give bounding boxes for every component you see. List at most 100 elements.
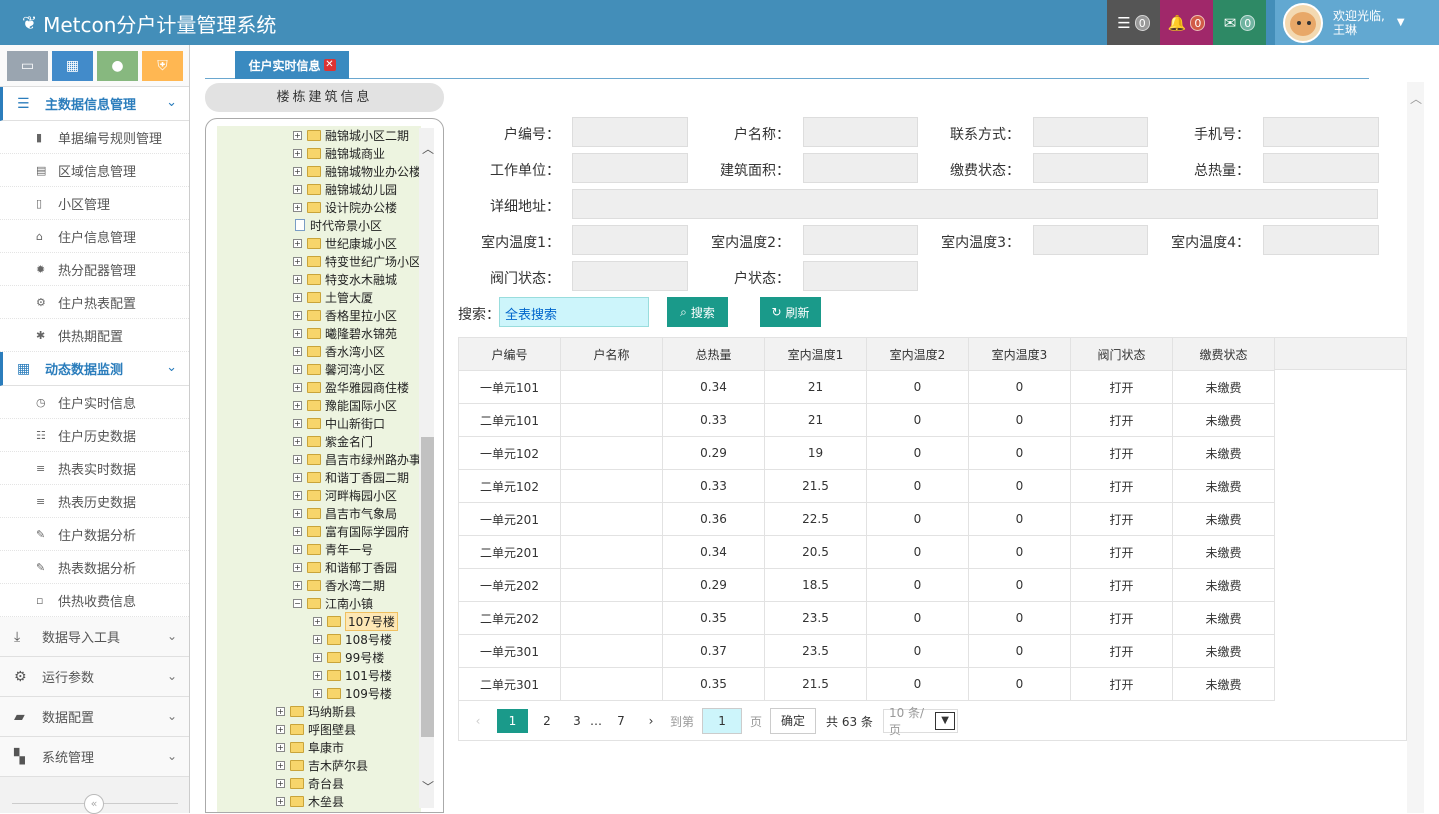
tree-node[interactable]: + 和谐丁香园二期 [293,468,409,486]
tree-node[interactable]: + 土管大厦 [293,288,373,306]
expand-node-icon[interactable]: + [313,616,322,626]
sidebar-item-meter-history[interactable]: ≡ 热表历史数据 [0,485,189,518]
tree-node[interactable]: + 设计院办公楼 [293,198,397,216]
column-header[interactable]: 室内温度1 [764,337,867,371]
tree-node[interactable]: + 富有国际学园府 [293,522,409,540]
expand-node-icon[interactable]: + [276,742,285,752]
expand-node-icon[interactable]: + [276,724,285,734]
form-field[interactable] [1263,153,1379,183]
expand-node-icon[interactable]: + [313,670,322,680]
expand-node-icon[interactable]: + [293,292,302,302]
tree-node[interactable]: + 融锦城商业 [293,144,385,162]
tree-node[interactable]: + 昌吉市气象局 [293,504,397,522]
table-row[interactable]: 二单元102 0.33 21.5 0 0 打开 未缴费 [458,469,1275,503]
expand-node-icon[interactable]: + [293,184,302,194]
form-field[interactable] [1263,117,1379,147]
table-row[interactable]: 一单元101 0.34 21 0 0 打开 未缴费 [458,370,1275,404]
scroll-down-icon[interactable]: ﹀ [422,778,434,795]
tree-node[interactable]: 时代帝景小区 [293,216,382,234]
expand-node-icon[interactable]: + [293,418,302,428]
tree-node[interactable]: +101号楼 [313,666,392,684]
column-header[interactable]: 阀门状态 [1070,337,1173,371]
tree-node[interactable]: + 特变水木融城 [293,270,397,288]
menu-system-admin[interactable]: ▚ 系统管理 ⌄ [0,737,189,777]
expand-node-icon[interactable]: + [276,760,285,770]
menu-data-import[interactable]: ⤓ 数据导入工具 ⌄ [0,617,189,657]
tree-node[interactable]: +107号楼 [313,611,398,631]
expand-node-icon[interactable]: + [293,238,302,248]
menu-master-data[interactable]: ☰ 主数据信息管理 ⌄ [0,87,189,121]
grid-shortcut-button[interactable]: ▦ [52,51,93,81]
tree-node[interactable]: + 奇台县 [276,774,344,792]
close-icon[interactable]: ✕ [323,59,336,71]
expand-node-icon[interactable]: + [293,382,302,392]
tree-node[interactable]: + 世纪康城小区 [293,234,397,252]
tree-node[interactable]: + 特变世纪广场小区 [293,252,421,270]
sidebar-item-resident-history[interactable]: ☷ 住户历史数据 [0,419,189,452]
expand-node-icon[interactable]: + [293,202,302,212]
tree-node[interactable]: + 呼图壁县 [276,720,356,738]
page-3-button[interactable]: 3 [566,709,588,733]
refresh-button[interactable]: ↻ 刷新 [760,297,821,327]
tree-node[interactable]: + 豫能国际小区 [293,396,397,414]
expand-node-icon[interactable]: + [293,580,302,590]
sidebar-item-doc-rules[interactable]: ▮ 单据编号规则管理 [0,121,189,154]
column-header[interactable]: 室内温度3 [968,337,1071,371]
expand-node-icon[interactable]: + [276,796,285,806]
tree-node[interactable]: + 香水湾二期 [293,576,385,594]
app-brand[interactable]: ❦ Metcon分户计量管理系统 [22,9,276,38]
tree-node[interactable]: + 馨河湾小区 [293,360,385,378]
tree-node[interactable]: + 木垒县 [276,792,344,810]
tree-node[interactable]: + 融锦城幼儿园 [293,180,397,198]
search-button[interactable]: ⌕ 搜索 [667,297,728,327]
column-header[interactable]: 户名称 [560,337,663,371]
tree-node[interactable]: + 香格里拉小区 [293,306,397,324]
column-header[interactable]: 缴费状态 [1172,337,1275,371]
sidebar-item-heating-period[interactable]: ✱ 供热期配置 [0,319,189,352]
expand-node-icon[interactable]: + [293,166,302,176]
page-2-button[interactable]: 2 [536,709,558,733]
tab-resident-realtime[interactable]: 住户实时信息 ✕ [235,51,349,79]
expand-node-icon[interactable]: + [313,634,322,644]
page-size-select[interactable]: 10 条/页 ▼ [882,706,958,737]
sidebar-item-billing[interactable]: ▫ 供热收费信息 [0,584,189,617]
tree-node[interactable]: − 江南小镇 [293,594,373,612]
column-header[interactable]: 室内温度2 [866,337,969,371]
expand-node-icon[interactable]: + [293,508,302,518]
tree-scrollbar-thumb[interactable] [421,437,434,737]
expand-node-icon[interactable]: + [293,364,302,374]
messages-button[interactable]: ✉ 0 [1213,0,1266,45]
menu-run-params[interactable]: ⚙ 运行参数 ⌄ [0,657,189,697]
expand-node-icon[interactable]: + [293,400,302,410]
expand-node-icon[interactable]: + [293,490,302,500]
expand-node-icon[interactable]: + [313,652,322,662]
column-header[interactable]: 户编号 [458,337,561,371]
sidebar-collapse-button[interactable]: « [84,794,104,814]
user-shortcut-button[interactable]: ● [97,51,138,81]
form-field[interactable] [803,261,918,291]
tree-node[interactable]: +109号楼 [313,684,392,702]
expand-node-icon[interactable]: + [293,130,302,140]
expand-node-icon[interactable]: + [276,706,285,716]
tree-node[interactable]: + 融锦城物业办公楼 [293,162,421,180]
user-menu[interactable]: 欢迎光临, 王琳 ▼ [1275,0,1439,45]
table-row[interactable]: 一单元102 0.29 19 0 0 打开 未缴费 [458,436,1275,470]
tree-node[interactable]: + 青年一号 [293,540,373,558]
collapse-node-icon[interactable]: − [293,598,302,608]
tree-node[interactable]: + 吉木萨尔县 [276,756,368,774]
tree-node[interactable]: +108号楼 [313,630,392,648]
sidebar-item-resident-realtime[interactable]: ◷ 住户实时信息 [0,386,189,419]
sidebar-item-meter-realtime[interactable]: ≡ 热表实时数据 [0,452,189,485]
tree-node[interactable]: + 玛纳斯县 [276,702,356,720]
expand-node-icon[interactable]: + [293,472,302,482]
sidebar-item-heat-allocator[interactable]: ✹ 热分配器管理 [0,253,189,286]
tree-node[interactable]: + 曦隆碧水锦苑 [293,324,397,342]
menu-data-config[interactable]: ▰ 数据配置 ⌄ [0,697,189,737]
expand-node-icon[interactable]: + [293,346,302,356]
tasks-button[interactable]: ☰ 0 [1107,0,1160,45]
table-row[interactable]: 一单元201 0.36 22.5 0 0 打开 未缴费 [458,502,1275,536]
expand-node-icon[interactable]: + [276,778,285,788]
notifications-button[interactable]: 🔔 0 [1160,0,1213,45]
badge-shortcut-button[interactable]: ⛨ [142,51,183,81]
tree-node[interactable]: + 和谐郁丁香园 [293,558,397,576]
